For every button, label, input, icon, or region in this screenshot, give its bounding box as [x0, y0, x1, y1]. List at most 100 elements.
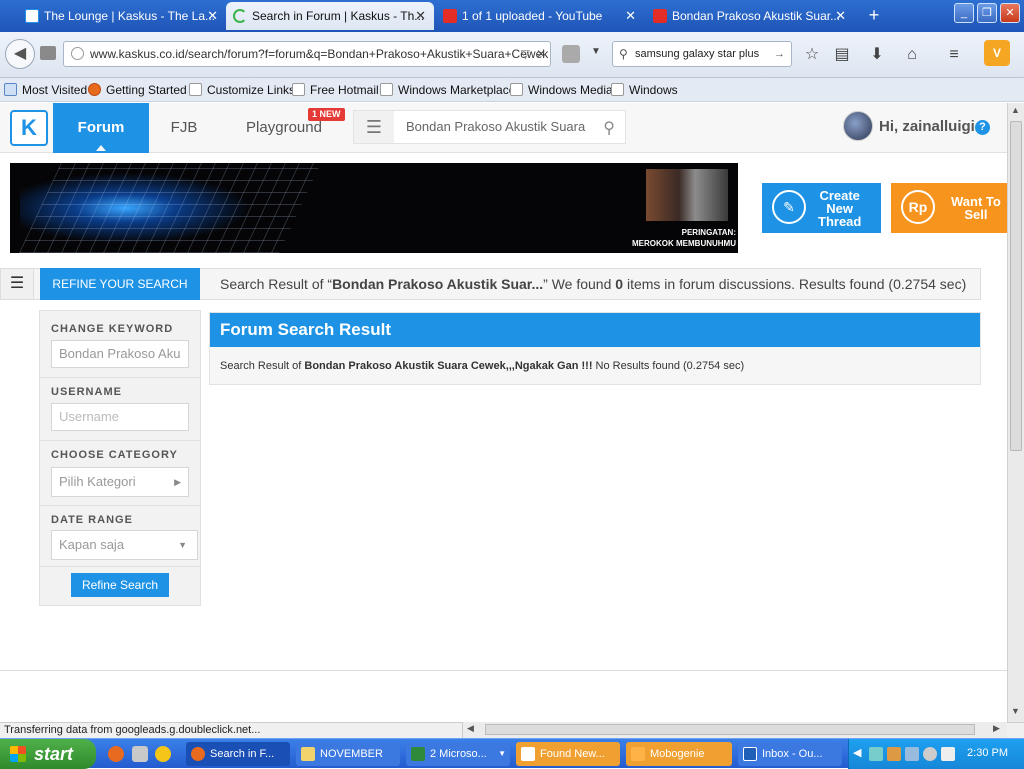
browser-tab-lounge[interactable]: The Lounge | Kaskus - The La... ✕	[18, 2, 226, 30]
addon-icon[interactable]	[562, 45, 580, 63]
advertisement-banner[interactable]: PERINGATAN: MEROKOK MEMBUNUHMU	[10, 163, 738, 253]
quicklaunch-icon[interactable]	[132, 746, 148, 762]
msg-suffix: No Results found (0.2754 sec)	[592, 360, 745, 372]
url-bar[interactable]: www.kaskus.co.id/search/forum?f=forum&q=…	[63, 41, 551, 67]
bookmarks-toolbar: Most Visited Getting Started Customize L…	[0, 78, 1024, 102]
summary-mid: ” We found	[543, 276, 616, 292]
taskbar-label: Search in F...	[210, 748, 275, 760]
home-icon[interactable]: ⌂	[901, 44, 923, 66]
scroll-down-icon[interactable]: ▼	[1011, 706, 1020, 716]
want-to-sell-button[interactable]: Rp Want To Sell	[891, 183, 1007, 233]
taskbar-item-inbox[interactable]: Inbox - Ou...	[738, 742, 842, 766]
back-button[interactable]: ◀	[5, 39, 35, 69]
divider	[40, 440, 200, 441]
tray-icon[interactable]	[923, 747, 937, 761]
windows-taskbar: start Search in F... NOVEMBER 2 Microso.…	[0, 738, 1024, 769]
help-icon[interactable]: ?	[975, 120, 990, 135]
username-input[interactable]: Username	[51, 403, 189, 431]
taskbar-label: Mobogenie	[650, 748, 705, 760]
horizontal-scrollbar[interactable]: ◀ ▶	[462, 722, 1007, 738]
tray-icon[interactable]	[941, 747, 955, 761]
bookmark-windows-media[interactable]: Windows Media	[510, 82, 613, 98]
bookmark-windows-marketplace[interactable]: Windows Marketplace	[380, 82, 515, 98]
maximize-button[interactable]: ❐	[977, 3, 997, 23]
scroll-up-icon[interactable]: ▲	[1011, 105, 1020, 115]
summary-count: 0	[615, 276, 624, 292]
loading-spinner-icon	[233, 9, 247, 23]
kaskus-logo[interactable]: K	[10, 110, 48, 146]
divider	[40, 566, 200, 567]
close-tab-icon[interactable]: ✕	[415, 2, 426, 30]
avatar[interactable]	[843, 111, 873, 141]
close-window-button[interactable]: ✕	[1000, 3, 1020, 23]
refine-your-search-tab[interactable]: REFINE YOUR SEARCH	[40, 268, 200, 300]
bookmark-label: Getting Started	[106, 83, 187, 97]
taskbar-label: 2 Microso...	[430, 748, 487, 760]
list-toggle-icon[interactable]: ☰	[0, 268, 34, 300]
search-icon[interactable]: ⚲	[603, 118, 615, 138]
want-to-sell-label: Want To Sell	[951, 195, 1001, 221]
scroll-left-icon[interactable]: ◀	[467, 723, 474, 734]
page-icon	[611, 83, 624, 96]
history-icon[interactable]	[40, 46, 56, 60]
taskbar-label: Found New...	[540, 748, 605, 760]
menu-icon[interactable]: ≡	[943, 44, 965, 66]
browser-tab-search[interactable]: Search in Forum | Kaskus - Th... ✕	[226, 2, 434, 30]
refine-search-button[interactable]: Refine Search	[71, 573, 169, 597]
new-tab-button[interactable]: +	[864, 4, 884, 26]
tray-icon[interactable]	[869, 747, 883, 761]
browser-search-input[interactable]: ⚲ samsung galaxy star plus →	[612, 41, 792, 67]
close-tab-icon[interactable]: ✕	[835, 2, 846, 30]
vivaldi-logo-icon[interactable]: V	[984, 40, 1010, 66]
page-icon	[292, 83, 305, 96]
bookmark-label: Windows Media	[528, 83, 613, 97]
taskbar-item-mobogenie[interactable]: Mobogenie	[626, 742, 732, 766]
category-select[interactable]: Pilih Kategori ▶	[51, 467, 189, 497]
stop-icon[interactable]: ✕	[536, 42, 546, 66]
bookmark-customize-links[interactable]: Customize Links	[189, 82, 295, 98]
user-greeting[interactable]: Hi, zainalluigi	[879, 118, 975, 135]
taskbar-item-microsoft[interactable]: 2 Microso... ▼	[406, 742, 510, 766]
minimize-button[interactable]: _	[954, 3, 974, 23]
nav-forum[interactable]: Forum	[53, 103, 149, 153]
close-tab-icon[interactable]: ✕	[207, 2, 218, 30]
bookmark-star-icon[interactable]: ☆	[801, 44, 823, 66]
search-menu-icon[interactable]: ☰	[354, 111, 394, 143]
bookmark-free-hotmail[interactable]: Free Hotmail	[292, 82, 379, 98]
browser-tab-youtube-bondan[interactable]: Bondan Prakoso Akustik Suar... ✕	[646, 2, 854, 30]
download-icon[interactable]: ⬇	[866, 44, 888, 66]
window-icon	[521, 747, 535, 761]
search-engine-dropdown-icon[interactable]: ▼	[591, 46, 601, 57]
search-go-icon[interactable]: →	[774, 42, 785, 66]
horizontal-scroll-thumb[interactable]	[485, 724, 975, 735]
firefox-icon[interactable]	[108, 746, 124, 762]
bookmark-most-visited[interactable]: Most Visited	[4, 82, 87, 98]
start-button[interactable]: start	[0, 739, 96, 769]
taskbar-item-found-new[interactable]: Found New...	[516, 742, 620, 766]
tray-expand-icon[interactable]: ◀	[853, 746, 861, 759]
browser-tab-youtube-upload[interactable]: 1 of 1 uploaded - YouTube ✕	[436, 2, 644, 30]
vertical-scrollbar[interactable]: ▲ ▼	[1007, 103, 1024, 722]
result-panel-title: Forum Search Result	[210, 313, 980, 347]
close-tab-icon[interactable]: ✕	[625, 2, 636, 30]
date-range-select[interactable]: Kapan saja ▼	[51, 530, 198, 560]
bookmark-getting-started[interactable]: Getting Started	[88, 82, 187, 98]
page-icon	[510, 83, 523, 96]
create-new-thread-button[interactable]: ✎ Create New Thread	[762, 183, 881, 233]
warning-line-2: MEROKOK MEMBUNUHMU	[632, 239, 736, 248]
scroll-right-icon[interactable]: ▶	[993, 723, 1000, 734]
site-search-input[interactable]: Bondan Prakoso Akustik Suara C	[406, 111, 586, 143]
page-icon	[380, 83, 393, 96]
bookmark-windows[interactable]: Windows	[611, 82, 678, 98]
dropdown-icon[interactable]: ▽	[521, 42, 530, 66]
keyword-input[interactable]: Bondan Prakoso Aku	[51, 340, 189, 368]
system-tray: ◀ 2:30 PM	[848, 739, 1024, 769]
vertical-scroll-thumb[interactable]	[1010, 121, 1022, 451]
tray-icon[interactable]	[887, 747, 901, 761]
taskbar-item-november[interactable]: NOVEMBER	[296, 742, 400, 766]
messenger-icon[interactable]	[155, 746, 171, 762]
nav-fjb[interactable]: FJB	[160, 103, 208, 153]
taskbar-item-search[interactable]: Search in F...	[186, 742, 290, 766]
reading-list-icon[interactable]: ▤	[831, 44, 853, 66]
tray-icon[interactable]	[905, 747, 919, 761]
